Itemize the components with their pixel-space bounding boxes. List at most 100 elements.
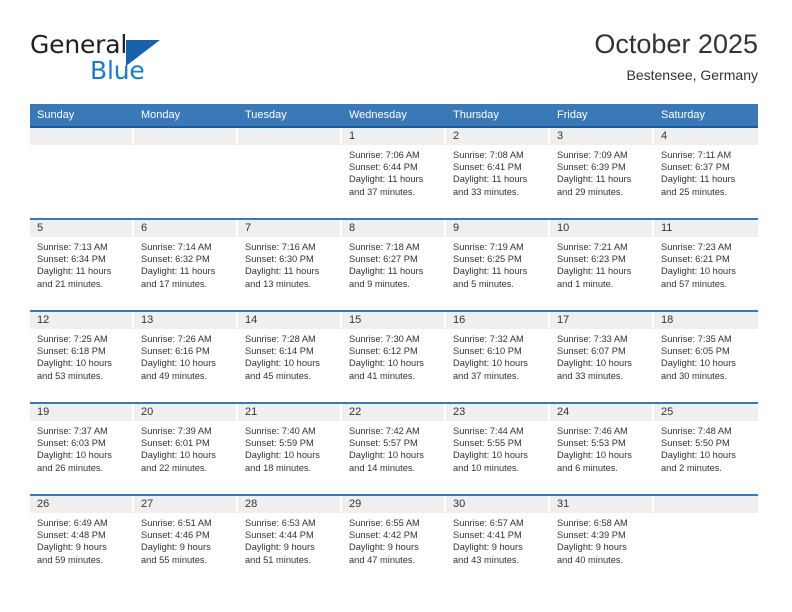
daylight-duration-line2: and 33 minutes. — [453, 186, 520, 197]
day-sun-info: Sunrise: 7:13 AM Sunset: 6:34 PM Daylight:… — [30, 237, 134, 290]
sunset-time: Sunset: 4:42 PM — [349, 530, 418, 541]
sunrise-time: Sunrise: 7:42 AM — [349, 426, 420, 436]
sunrise-time: Sunrise: 7:09 AM — [557, 150, 628, 160]
sunset-time: Sunset: 6:34 PM — [37, 254, 106, 265]
day-number: 18 — [654, 312, 758, 329]
day-cell-content[interactable]: 21 Sunrise: 7:40 AM Sunset: 5:59 PM Dayligh… — [238, 404, 342, 494]
page-header: General Blue October 2025 Bestensee, Ger… — [30, 28, 758, 94]
day-number: 12 — [30, 312, 134, 329]
day-sun-info: Sunrise: 7:30 AM Sunset: 6:12 PM Daylight:… — [342, 329, 446, 382]
calendar-header-row: Sunday Monday Tuesday Wednesday Thursday… — [30, 104, 758, 128]
calendar-day-cell: 24 Sunrise: 7:46 AM Sunset: 5:53 PM Dayligh… — [550, 402, 654, 495]
day-cell-content[interactable]: 16 Sunrise: 7:32 AM Sunset: 6:10 PM Dayligh… — [446, 312, 550, 402]
weekday-header-wednesday: Wednesday — [342, 104, 446, 128]
calendar-day-cell: 7 Sunrise: 7:16 AM Sunset: 6:30 PM Daylight… — [238, 218, 342, 311]
calendar-day-cell: 10 Sunrise: 7:21 AM Sunset: 6:23 PM Dayligh… — [550, 218, 654, 311]
calendar-day-cell: 13 Sunrise: 7:26 AM Sunset: 6:16 PM Dayligh… — [134, 310, 238, 403]
day-cell-content[interactable]: 29 Sunrise: 6:55 AM Sunset: 4:42 PM Dayligh… — [342, 496, 446, 586]
day-cell-content[interactable]: 20 Sunrise: 7:39 AM Sunset: 6:01 PM Dayligh… — [134, 404, 238, 494]
daylight-duration-line1: Daylight: 10 hours — [557, 450, 632, 461]
day-cell-content[interactable]: 25 Sunrise: 7:48 AM Sunset: 5:50 PM Dayligh… — [654, 404, 758, 494]
daylight-duration-line2: and 45 minutes. — [245, 370, 312, 381]
day-cell-content[interactable]: 15 Sunrise: 7:30 AM Sunset: 6:12 PM Dayligh… — [342, 312, 446, 402]
day-sun-info: Sunrise: 7:16 AM Sunset: 6:30 PM Daylight:… — [238, 237, 342, 290]
day-number: 8 — [342, 220, 446, 237]
day-cell-content[interactable]: 7 Sunrise: 7:16 AM Sunset: 6:30 PM Daylight… — [238, 220, 342, 310]
sunset-time: Sunset: 5:59 PM — [245, 438, 314, 449]
day-cell-content[interactable]: 17 Sunrise: 7:33 AM Sunset: 6:07 PM Dayligh… — [550, 312, 654, 402]
logo-text-general: General — [30, 30, 128, 59]
day-number: 29 — [342, 496, 446, 513]
day-cell-content[interactable]: 14 Sunrise: 7:28 AM Sunset: 6:14 PM Dayligh… — [238, 312, 342, 402]
daylight-duration-line2: and 37 minutes. — [453, 370, 520, 381]
calendar-day-cell: 22 Sunrise: 7:42 AM Sunset: 5:57 PM Dayligh… — [342, 402, 446, 495]
sunset-time: Sunset: 5:50 PM — [661, 438, 730, 449]
sunrise-time: Sunrise: 7:25 AM — [37, 334, 108, 344]
day-cell-content[interactable]: 6 Sunrise: 7:14 AM Sunset: 6:32 PM Daylight… — [134, 220, 238, 310]
daylight-duration-line2: and 21 minutes. — [37, 278, 104, 289]
sunset-time: Sunset: 6:18 PM — [37, 346, 106, 357]
calendar-day-cell: 27 Sunrise: 6:51 AM Sunset: 4:46 PM Dayligh… — [134, 494, 238, 586]
sunset-time: Sunset: 6:14 PM — [245, 346, 314, 357]
calendar-week-row: 12 Sunrise: 7:25 AM Sunset: 6:18 PM Dayligh… — [30, 310, 758, 403]
sunset-time: Sunset: 6:05 PM — [661, 346, 730, 357]
day-cell-content[interactable]: 13 Sunrise: 7:26 AM Sunset: 6:16 PM Dayligh… — [134, 312, 238, 402]
sunset-time: Sunset: 6:21 PM — [661, 254, 730, 265]
day-cell-content[interactable]: 27 Sunrise: 6:51 AM Sunset: 4:46 PM Dayligh… — [134, 496, 238, 586]
calendar-day-cell: 26 Sunrise: 6:49 AM Sunset: 4:48 PM Dayligh… — [30, 494, 134, 586]
day-sun-info: Sunrise: 6:51 AM Sunset: 4:46 PM Daylight:… — [134, 513, 238, 566]
sunset-time: Sunset: 6:30 PM — [245, 254, 314, 265]
day-cell-content[interactable]: 26 Sunrise: 6:49 AM Sunset: 4:48 PM Dayligh… — [30, 496, 134, 586]
day-cell-content[interactable]: 12 Sunrise: 7:25 AM Sunset: 6:18 PM Dayligh… — [30, 312, 134, 402]
weekday-header-tuesday: Tuesday — [238, 104, 342, 128]
weekday-header-thursday: Thursday — [446, 104, 550, 128]
daylight-duration-line2: and 49 minutes. — [141, 370, 208, 381]
sunrise-time: Sunrise: 7:28 AM — [245, 334, 316, 344]
sunrise-time: Sunrise: 7:26 AM — [141, 334, 212, 344]
day-cell-content[interactable]: 11 Sunrise: 7:23 AM Sunset: 6:21 PM Dayligh… — [654, 220, 758, 310]
day-cell-content[interactable]: 28 Sunrise: 6:53 AM Sunset: 4:44 PM Dayligh… — [238, 496, 342, 586]
sunrise-time: Sunrise: 6:51 AM — [141, 518, 212, 528]
day-number-band — [238, 128, 342, 145]
daylight-duration-line1: Daylight: 10 hours — [453, 358, 528, 369]
day-cell-content[interactable]: 2 Sunrise: 7:08 AM Sunset: 6:41 PM Daylight… — [446, 128, 550, 218]
day-sun-info: Sunrise: 7:39 AM Sunset: 6:01 PM Daylight:… — [134, 421, 238, 474]
empty-day — [654, 496, 758, 586]
day-cell-content[interactable]: 5 Sunrise: 7:13 AM Sunset: 6:34 PM Daylight… — [30, 220, 134, 310]
calendar-day-cell: 12 Sunrise: 7:25 AM Sunset: 6:18 PM Dayligh… — [30, 310, 134, 403]
day-cell-content[interactable]: 24 Sunrise: 7:46 AM Sunset: 5:53 PM Dayligh… — [550, 404, 654, 494]
day-number: 31 — [550, 496, 654, 513]
empty-day — [134, 128, 238, 218]
day-cell-content[interactable]: 9 Sunrise: 7:19 AM Sunset: 6:25 PM Daylight… — [446, 220, 550, 310]
sunrise-time: Sunrise: 7:37 AM — [37, 426, 108, 436]
calendar-day-cell: 21 Sunrise: 7:40 AM Sunset: 5:59 PM Dayligh… — [238, 402, 342, 495]
day-cell-content[interactable]: 4 Sunrise: 7:11 AM Sunset: 6:37 PM Daylight… — [654, 128, 758, 218]
day-number-band — [30, 128, 134, 145]
day-cell-content[interactable]: 30 Sunrise: 6:57 AM Sunset: 4:41 PM Dayligh… — [446, 496, 550, 586]
calendar-day-cell-empty — [654, 494, 758, 586]
daylight-duration-line2: and 47 minutes. — [349, 554, 416, 565]
day-cell-content[interactable]: 8 Sunrise: 7:18 AM Sunset: 6:27 PM Daylight… — [342, 220, 446, 310]
daylight-duration-line2: and 53 minutes. — [37, 370, 104, 381]
daylight-duration-line2: and 43 minutes. — [453, 554, 520, 565]
day-sun-info: Sunrise: 6:58 AM Sunset: 4:39 PM Daylight:… — [550, 513, 654, 566]
daylight-duration-line1: Daylight: 9 hours — [245, 542, 315, 553]
day-cell-content[interactable]: 19 Sunrise: 7:37 AM Sunset: 6:03 PM Dayligh… — [30, 404, 134, 494]
day-cell-content[interactable]: 10 Sunrise: 7:21 AM Sunset: 6:23 PM Dayligh… — [550, 220, 654, 310]
day-cell-content[interactable]: 23 Sunrise: 7:44 AM Sunset: 5:55 PM Dayligh… — [446, 404, 550, 494]
day-cell-content[interactable]: 3 Sunrise: 7:09 AM Sunset: 6:39 PM Daylight… — [550, 128, 654, 218]
calendar-day-cell: 1 Sunrise: 7:06 AM Sunset: 6:44 PM Daylight… — [342, 127, 446, 219]
sunset-time: Sunset: 6:44 PM — [349, 162, 418, 173]
sunrise-time: Sunrise: 6:55 AM — [349, 518, 420, 528]
daylight-duration-line1: Daylight: 11 hours — [349, 266, 424, 277]
daylight-duration-line2: and 57 minutes. — [661, 278, 728, 289]
day-sun-info: Sunrise: 7:37 AM Sunset: 6:03 PM Daylight:… — [30, 421, 134, 474]
day-number: 20 — [134, 404, 238, 421]
day-cell-content[interactable]: 22 Sunrise: 7:42 AM Sunset: 5:57 PM Dayligh… — [342, 404, 446, 494]
day-cell-content[interactable]: 18 Sunrise: 7:35 AM Sunset: 6:05 PM Dayligh… — [654, 312, 758, 402]
daylight-duration-line1: Daylight: 10 hours — [37, 450, 112, 461]
calendar-day-cell: 15 Sunrise: 7:30 AM Sunset: 6:12 PM Dayligh… — [342, 310, 446, 403]
sunrise-time: Sunrise: 7:08 AM — [453, 150, 524, 160]
day-cell-content[interactable]: 31 Sunrise: 6:58 AM Sunset: 4:39 PM Dayligh… — [550, 496, 654, 586]
day-cell-content[interactable]: 1 Sunrise: 7:06 AM Sunset: 6:44 PM Daylight… — [342, 128, 446, 218]
